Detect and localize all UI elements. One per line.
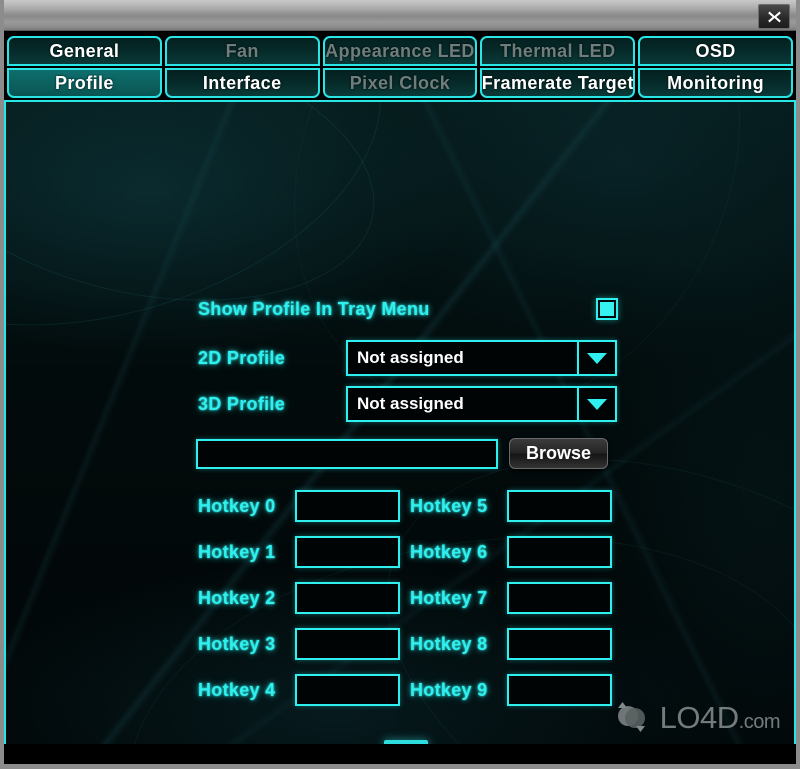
profile-path-row: Browse xyxy=(196,438,608,469)
profile-settings-panel: Show Profile In Tray Menu 2D Profile Not… xyxy=(4,100,796,744)
tab-profile[interactable]: Profile xyxy=(7,68,162,98)
hotkey-6-label: Hotkey 6 xyxy=(410,541,488,562)
hotkey-row: Hotkey 1 Hotkey 6 xyxy=(198,534,622,570)
hotkey-cell-7: Hotkey 7 xyxy=(410,582,622,614)
watermark-text: LO4D.com xyxy=(659,699,781,735)
hotkey-cell-6: Hotkey 6 xyxy=(410,536,622,568)
show-profile-tray-row: Show Profile In Tray Menu xyxy=(198,298,618,320)
ok-button[interactable]: OK xyxy=(384,740,428,744)
tab-general[interactable]: General xyxy=(7,36,162,66)
hotkey-grid: Hotkey 0 Hotkey 5 Hotkey 1 Hotkey 6 Hotk… xyxy=(198,488,622,718)
tab-framerate-target[interactable]: Framerate Target xyxy=(480,68,636,98)
hotkey-6-input[interactable] xyxy=(507,536,612,568)
tab-row-primary: General Fan Appearance LED Thermal LED O… xyxy=(7,36,793,66)
hotkey-3-label: Hotkey 3 xyxy=(198,633,276,654)
hotkey-cell-8: Hotkey 8 xyxy=(410,628,622,660)
hotkey-9-label: Hotkey 9 xyxy=(410,679,488,700)
hotkey-1-input[interactable] xyxy=(295,536,400,568)
background-swirl xyxy=(208,102,794,493)
hotkey-cell-5: Hotkey 5 xyxy=(410,490,622,522)
hotkey-2-input[interactable] xyxy=(295,582,400,614)
hotkey-8-input[interactable] xyxy=(507,628,612,660)
profile-2d-row: 2D Profile Not assigned xyxy=(198,340,617,376)
show-profile-tray-checkbox[interactable] xyxy=(596,298,618,320)
profile-3d-row: 3D Profile Not assigned xyxy=(198,386,617,422)
hotkey-row: Hotkey 4 Hotkey 9 xyxy=(198,672,622,708)
hotkey-1-label: Hotkey 1 xyxy=(198,541,276,562)
hotkey-7-label: Hotkey 7 xyxy=(410,587,488,608)
application-window: General Fan Appearance LED Thermal LED O… xyxy=(0,0,800,769)
watermark-brand: LO4D xyxy=(659,699,739,735)
tab-interface[interactable]: Interface xyxy=(164,68,320,98)
profile-3d-dropdown[interactable]: Not assigned xyxy=(346,386,617,422)
hotkey-0-label: Hotkey 0 xyxy=(198,495,276,516)
profile-3d-label: 3D Profile xyxy=(198,393,286,414)
hotkey-0-input[interactable] xyxy=(295,490,400,522)
hotkey-9-input[interactable] xyxy=(507,674,612,706)
profile-2d-dropdown[interactable]: Not assigned xyxy=(346,340,617,376)
watermark-suffix: .com xyxy=(738,710,781,733)
tab-osd[interactable]: OSD xyxy=(638,36,793,66)
tab-strip: General Fan Appearance LED Thermal LED O… xyxy=(4,31,796,98)
tab-row-secondary: Profile Interface Pixel Clock Framerate … xyxy=(7,68,793,98)
hotkey-2-label: Hotkey 2 xyxy=(198,587,276,608)
checkbox-check-icon xyxy=(600,302,614,316)
hotkey-4-label: Hotkey 4 xyxy=(198,679,276,700)
hotkey-5-label: Hotkey 5 xyxy=(410,495,488,516)
profile-3d-dropdown-arrow[interactable] xyxy=(579,386,617,422)
tab-pixel-clock: Pixel Clock xyxy=(322,68,478,98)
profile-path-input[interactable] xyxy=(196,438,498,469)
hotkey-row: Hotkey 0 Hotkey 5 xyxy=(198,488,622,524)
hotkey-row: Hotkey 2 Hotkey 7 xyxy=(198,580,622,616)
hotkey-cell-4: Hotkey 4 xyxy=(198,674,410,706)
chevron-down-icon xyxy=(587,398,607,410)
browse-button[interactable]: Browse xyxy=(509,438,608,469)
hotkey-cell-1: Hotkey 1 xyxy=(198,536,410,568)
hotkey-7-input[interactable] xyxy=(507,582,612,614)
hotkey-cell-2: Hotkey 2 xyxy=(198,582,410,614)
hotkey-row: Hotkey 3 Hotkey 8 xyxy=(198,626,622,662)
profile-3d-value: Not assigned xyxy=(346,386,579,422)
close-button[interactable] xyxy=(758,4,790,29)
profile-2d-dropdown-arrow[interactable] xyxy=(579,340,617,376)
close-icon xyxy=(767,11,781,22)
show-profile-tray-label: Show Profile In Tray Menu xyxy=(198,298,430,319)
hotkey-cell-3: Hotkey 3 xyxy=(198,628,410,660)
tab-fan: Fan xyxy=(164,36,320,66)
hotkey-8-label: Hotkey 8 xyxy=(410,633,488,654)
tab-thermal-led: Thermal LED xyxy=(480,36,636,66)
profile-2d-value: Not assigned xyxy=(346,340,579,376)
watermark: LO4D.com xyxy=(611,699,781,735)
hotkey-cell-9: Hotkey 9 xyxy=(410,674,622,706)
tab-appearance-led: Appearance LED xyxy=(322,36,478,66)
profile-2d-label: 2D Profile xyxy=(198,347,286,368)
tab-monitoring[interactable]: Monitoring xyxy=(638,68,793,98)
hotkey-3-input[interactable] xyxy=(295,628,400,660)
hotkey-5-input[interactable] xyxy=(507,490,612,522)
chevron-down-icon xyxy=(587,352,607,364)
title-bar xyxy=(4,0,796,31)
hotkey-cell-0: Hotkey 0 xyxy=(198,490,410,522)
hotkey-4-input[interactable] xyxy=(295,674,400,706)
